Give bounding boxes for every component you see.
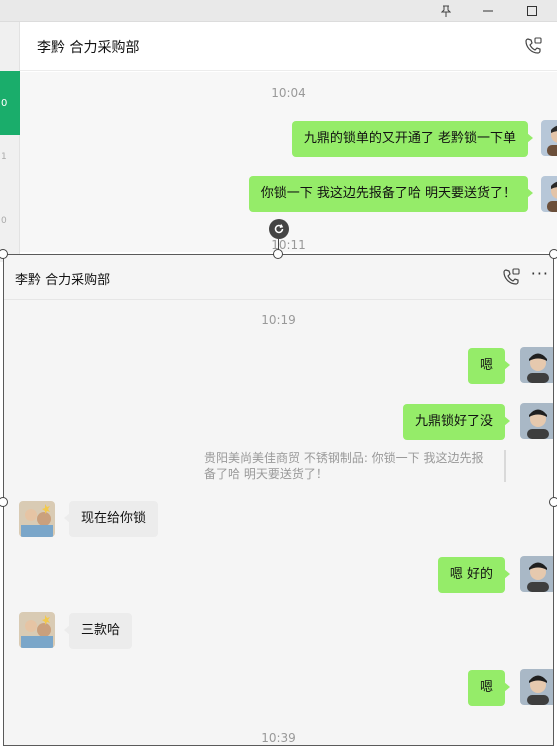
- message-bubble-self[interactable]: 嗯 好的: [437, 557, 511, 593]
- sidebar-selected-item[interactable]: 0: [0, 71, 20, 135]
- chat-title: 李黔 合力采购部: [15, 273, 111, 288]
- avatar[interactable]: [19, 501, 55, 537]
- background-sidebar: [0, 22, 20, 262]
- avatar[interactable]: [520, 347, 553, 383]
- foreground-chat-window: 李黔 合力采购部 ··· 10:19 嗯 九鼎锁好了没 贵阳美尚美佳商贸 不锈钢…: [3, 254, 554, 746]
- pin-icon[interactable]: [429, 0, 463, 22]
- voice-call-icon[interactable]: [523, 36, 543, 56]
- resize-handle[interactable]: [549, 249, 557, 259]
- message-bubble-self[interactable]: 九鼎锁好了没: [402, 404, 511, 440]
- avatar[interactable]: [19, 612, 55, 648]
- message-bubble-self[interactable]: 你锁一下 我这边先报备了哈 明天要送货了！: [248, 176, 534, 212]
- message-timestamp: 10:04: [271, 86, 306, 100]
- avatar[interactable]: [541, 176, 557, 212]
- background-chat-header: 李黔 合力采购部: [20, 22, 557, 71]
- message-timestamp: 10:39: [261, 731, 296, 745]
- screen: 0 1 0 李黔 合力采购部 10:04 九鼎的锁单的又开通了 老黔锁一下单 你…: [0, 0, 557, 746]
- foreground-chat-header: 李黔 合力采购部 ···: [4, 255, 553, 300]
- message-timestamp: 10:11: [271, 238, 306, 252]
- resize-handle[interactable]: [549, 497, 557, 507]
- avatar[interactable]: [520, 556, 553, 592]
- message-bubble-other[interactable]: 三款哈: [63, 613, 133, 649]
- sidebar-number: 1: [1, 152, 7, 162]
- avatar[interactable]: [520, 403, 553, 439]
- chat-title: 李黔 合力采购部: [37, 40, 140, 56]
- minimize-icon[interactable]: [471, 0, 505, 22]
- resize-handle[interactable]: [273, 249, 283, 259]
- quoted-message[interactable]: 贵阳美尚美佳商贸 不锈钢制品: 你锁一下 我这边先报备了哈 明天要送货了！: [204, 450, 506, 482]
- message-bubble-self[interactable]: 嗯: [467, 348, 511, 384]
- maximize-icon[interactable]: [515, 0, 549, 22]
- message-bubble-self[interactable]: 嗯: [467, 670, 511, 706]
- avatar[interactable]: [520, 669, 553, 705]
- avatar[interactable]: [541, 120, 557, 156]
- rotate-handle-icon[interactable]: [269, 219, 289, 239]
- sidebar-number: 0: [1, 216, 7, 226]
- voice-call-icon[interactable]: [501, 267, 521, 287]
- more-options-icon[interactable]: ···: [531, 264, 549, 283]
- message-bubble-self[interactable]: 九鼎的锁单的又开通了 老黔锁一下单: [291, 121, 534, 157]
- message-bubble-other[interactable]: 现在给你锁: [63, 501, 159, 537]
- sidebar-selected-text: 0: [1, 97, 8, 109]
- message-timestamp: 10:19: [261, 313, 296, 327]
- background-window-titlebar: [0, 0, 557, 22]
